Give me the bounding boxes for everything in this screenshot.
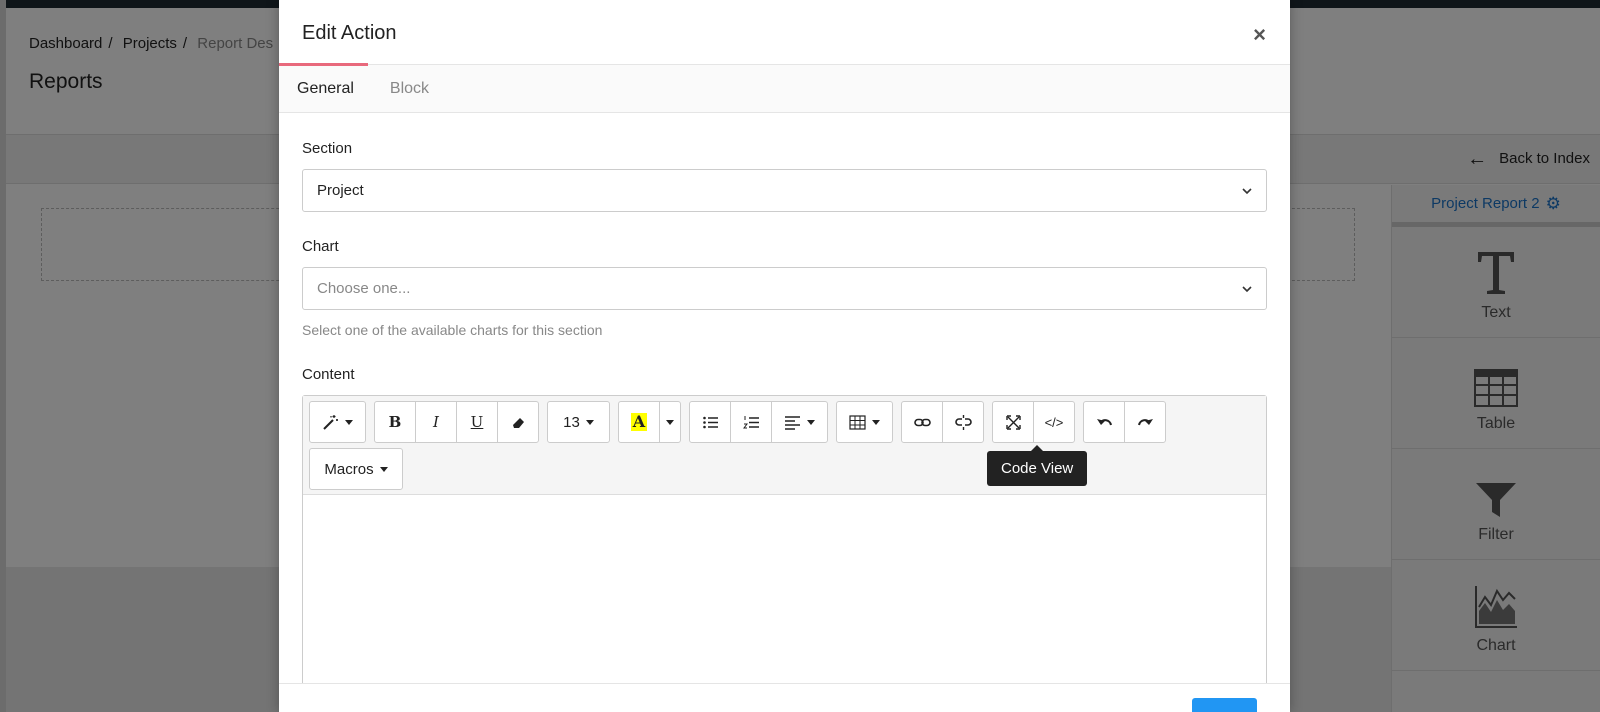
- caret-icon: [666, 419, 674, 425]
- unordered-list-button[interactable]: [689, 401, 731, 443]
- editor-toolbar: B I U 13 A </> Macros Code View: [303, 396, 1266, 495]
- underline-icon: U: [470, 413, 484, 431]
- chevron-down-icon: [1242, 187, 1252, 194]
- font-style-group: B I U: [374, 401, 539, 443]
- bold-button[interactable]: B: [374, 401, 416, 443]
- modal-header: Edit Action ×: [279, 0, 1290, 65]
- chart-label: Chart: [302, 238, 339, 255]
- macros-group: Macros: [309, 448, 403, 490]
- section-select[interactable]: Project: [302, 169, 1267, 212]
- code-view-button[interactable]: </>: [1033, 401, 1075, 443]
- magic-wand-icon: [323, 414, 338, 430]
- font-size-button[interactable]: 13: [547, 401, 610, 443]
- align-button[interactable]: [771, 401, 828, 443]
- redo-button[interactable]: [1124, 401, 1166, 443]
- history-group: [1083, 401, 1166, 443]
- italic-button[interactable]: I: [415, 401, 457, 443]
- editor-content-area[interactable]: [303, 495, 1266, 691]
- italic-icon: I: [433, 413, 439, 431]
- fullscreen-button[interactable]: [992, 401, 1034, 443]
- bullet-list-icon: [702, 416, 718, 428]
- save-button[interactable]: [1192, 698, 1257, 712]
- tab-general[interactable]: General: [279, 63, 372, 112]
- insert-link-button[interactable]: [901, 401, 943, 443]
- style-group: [309, 401, 366, 443]
- macros-button[interactable]: Macros: [309, 448, 403, 490]
- align-left-icon: [785, 415, 800, 430]
- undo-button[interactable]: [1083, 401, 1125, 443]
- modal-footer: [279, 683, 1290, 712]
- numbered-list-icon: [742, 415, 759, 428]
- highlight-icon: A: [630, 412, 648, 431]
- style-button[interactable]: [309, 401, 366, 443]
- underline-button[interactable]: U: [456, 401, 498, 443]
- ordered-list-button[interactable]: [730, 401, 772, 443]
- tab-block[interactable]: Block: [372, 65, 447, 112]
- paragraph-group: [689, 401, 828, 443]
- link-icon: [913, 418, 931, 426]
- insert-table-button[interactable]: [836, 401, 893, 443]
- unlink-button[interactable]: [942, 401, 984, 443]
- close-button[interactable]: ×: [1253, 24, 1266, 46]
- code-view-tooltip: Code View: [987, 445, 1088, 486]
- font-size-value: 13: [563, 413, 580, 431]
- chart-help-text: Select one of the available charts for t…: [302, 322, 603, 338]
- caret-icon: [379, 466, 388, 472]
- section-label: Section: [302, 140, 353, 157]
- chart-placeholder: Choose one...: [317, 280, 411, 297]
- font-size-group: 13: [547, 401, 610, 443]
- color-group: A: [618, 401, 681, 443]
- macros-label: Macros: [324, 460, 374, 478]
- rich-text-editor: B I U 13 A </> Macros Code View: [302, 395, 1267, 695]
- link-group: [901, 401, 984, 443]
- modal-body: Section Project Chart Choose one... Sele…: [279, 140, 1290, 695]
- view-group: </>: [992, 401, 1075, 443]
- modal-title: Edit Action: [302, 22, 397, 44]
- table-group: [836, 401, 893, 443]
- modal-tabs: General Block: [279, 63, 1290, 113]
- undo-icon: [1096, 418, 1112, 425]
- bold-icon: B: [388, 413, 402, 431]
- caret-icon: [872, 419, 880, 425]
- table-icon: [849, 414, 866, 430]
- highlight-color-button[interactable]: A: [618, 401, 660, 443]
- content-label: Content: [302, 366, 355, 383]
- caret-icon: [807, 419, 815, 425]
- section-value: Project: [317, 182, 364, 199]
- unlink-icon: [954, 414, 972, 430]
- caret-icon: [345, 419, 353, 425]
- caret-icon: [585, 419, 594, 425]
- code-icon: </>: [1044, 414, 1064, 430]
- toolbar-row-2: Macros: [309, 448, 1260, 490]
- expand-icon: [1005, 414, 1021, 430]
- chart-select[interactable]: Choose one...: [302, 267, 1267, 310]
- color-dropdown-button[interactable]: [659, 401, 681, 443]
- eraser-icon: [512, 417, 524, 428]
- toolbar-row-1: B I U 13 A </>: [309, 401, 1260, 443]
- edit-action-modal: Edit Action × General Block Section Proj…: [279, 0, 1290, 712]
- chevron-down-icon: [1242, 285, 1252, 292]
- clear-format-button[interactable]: [497, 401, 539, 443]
- redo-icon: [1137, 418, 1153, 425]
